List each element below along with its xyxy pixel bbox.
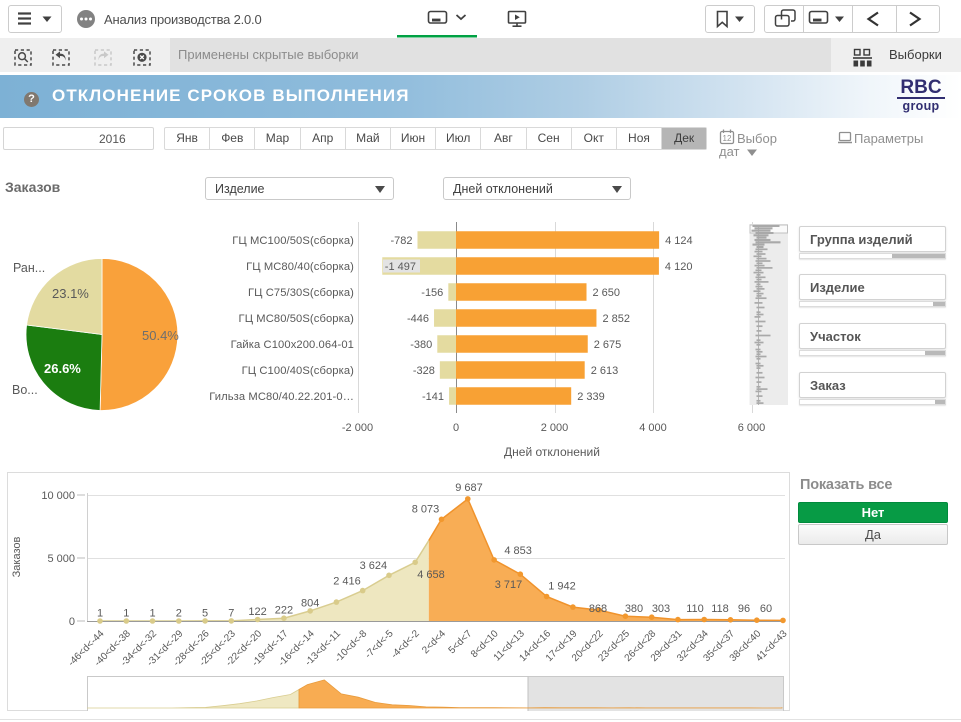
svg-text:0: 0 (453, 422, 459, 434)
svg-text:122: 122 (248, 606, 266, 618)
svg-text:10 000: 10 000 (41, 490, 75, 502)
svg-text:3 717: 3 717 (495, 579, 523, 591)
svg-text:3 624: 3 624 (360, 560, 388, 572)
svg-text:ГЦ С100/40S(сборка): ГЦ С100/40S(сборка) (242, 365, 355, 377)
svg-text:-380: -380 (410, 339, 432, 351)
svg-text:2 416: 2 416 (333, 576, 361, 588)
svg-text:118: 118 (711, 603, 729, 615)
svg-text:-2 000: -2 000 (342, 422, 373, 434)
svg-text:1: 1 (149, 608, 155, 620)
svg-text:Заказов: Заказов (11, 537, 23, 578)
svg-text:5: 5 (202, 607, 208, 619)
svg-text:5 000: 5 000 (47, 553, 75, 565)
svg-text:4 658: 4 658 (417, 569, 445, 581)
svg-text:96: 96 (738, 603, 750, 615)
svg-text:4 853: 4 853 (504, 545, 532, 557)
svg-text:4 000: 4 000 (639, 422, 667, 434)
svg-text:4 124: 4 124 (665, 235, 693, 247)
svg-text:2 852: 2 852 (602, 313, 630, 325)
svg-text:9 687: 9 687 (455, 482, 483, 494)
svg-text:7: 7 (228, 607, 234, 619)
svg-text:4 120: 4 120 (665, 261, 693, 273)
svg-text:ГЦ С75/30S(сборка): ГЦ С75/30S(сборка) (248, 287, 354, 299)
svg-text:-446: -446 (407, 313, 429, 325)
svg-text:2: 2 (176, 608, 182, 620)
svg-text:-782: -782 (390, 235, 412, 247)
svg-text:2 000: 2 000 (541, 422, 569, 434)
svg-text:2 650: 2 650 (593, 287, 621, 299)
svg-text:12: 12 (723, 134, 732, 143)
svg-text:Гильза МС80/40.22.201-0…: Гильза МС80/40.22.201-0… (209, 391, 354, 403)
svg-text:-4<d<-2: -4<d<-2 (389, 628, 422, 661)
svg-text:-328: -328 (413, 365, 435, 377)
svg-text:Гайка С100х200.064-01: Гайка С100х200.064-01 (231, 339, 354, 351)
svg-text:Дней отклонений: Дней отклонений (504, 445, 600, 459)
svg-text:2 613: 2 613 (591, 365, 619, 377)
svg-text:110: 110 (686, 603, 704, 615)
svg-text:6 000: 6 000 (738, 422, 766, 434)
svg-text:868: 868 (589, 603, 607, 615)
svg-text:60: 60 (760, 603, 772, 615)
svg-text:-1 497: -1 497 (385, 261, 416, 273)
svg-text:-141: -141 (422, 391, 444, 403)
svg-text:8 073: 8 073 (412, 504, 440, 516)
svg-text:303: 303 (652, 603, 670, 615)
svg-text:804: 804 (301, 597, 319, 609)
svg-text:2<d<4: 2<d<4 (420, 628, 448, 656)
svg-text:-156: -156 (421, 287, 443, 299)
svg-text:ГЦ МС100/50S(сборка): ГЦ МС100/50S(сборка) (232, 235, 354, 247)
svg-text:ГЦ МС80/40(сборка): ГЦ МС80/40(сборка) (246, 261, 354, 273)
svg-text:0: 0 (69, 616, 75, 628)
svg-text:380: 380 (625, 603, 643, 615)
svg-text:222: 222 (275, 605, 293, 617)
svg-text:ГЦ МС80/50S(сборка): ГЦ МС80/50S(сборка) (239, 313, 355, 325)
svg-text:1: 1 (123, 608, 129, 620)
svg-text:2 675: 2 675 (594, 339, 622, 351)
svg-text:1: 1 (97, 608, 103, 620)
svg-text:1 942: 1 942 (548, 581, 576, 593)
svg-text:2 339: 2 339 (577, 391, 605, 403)
